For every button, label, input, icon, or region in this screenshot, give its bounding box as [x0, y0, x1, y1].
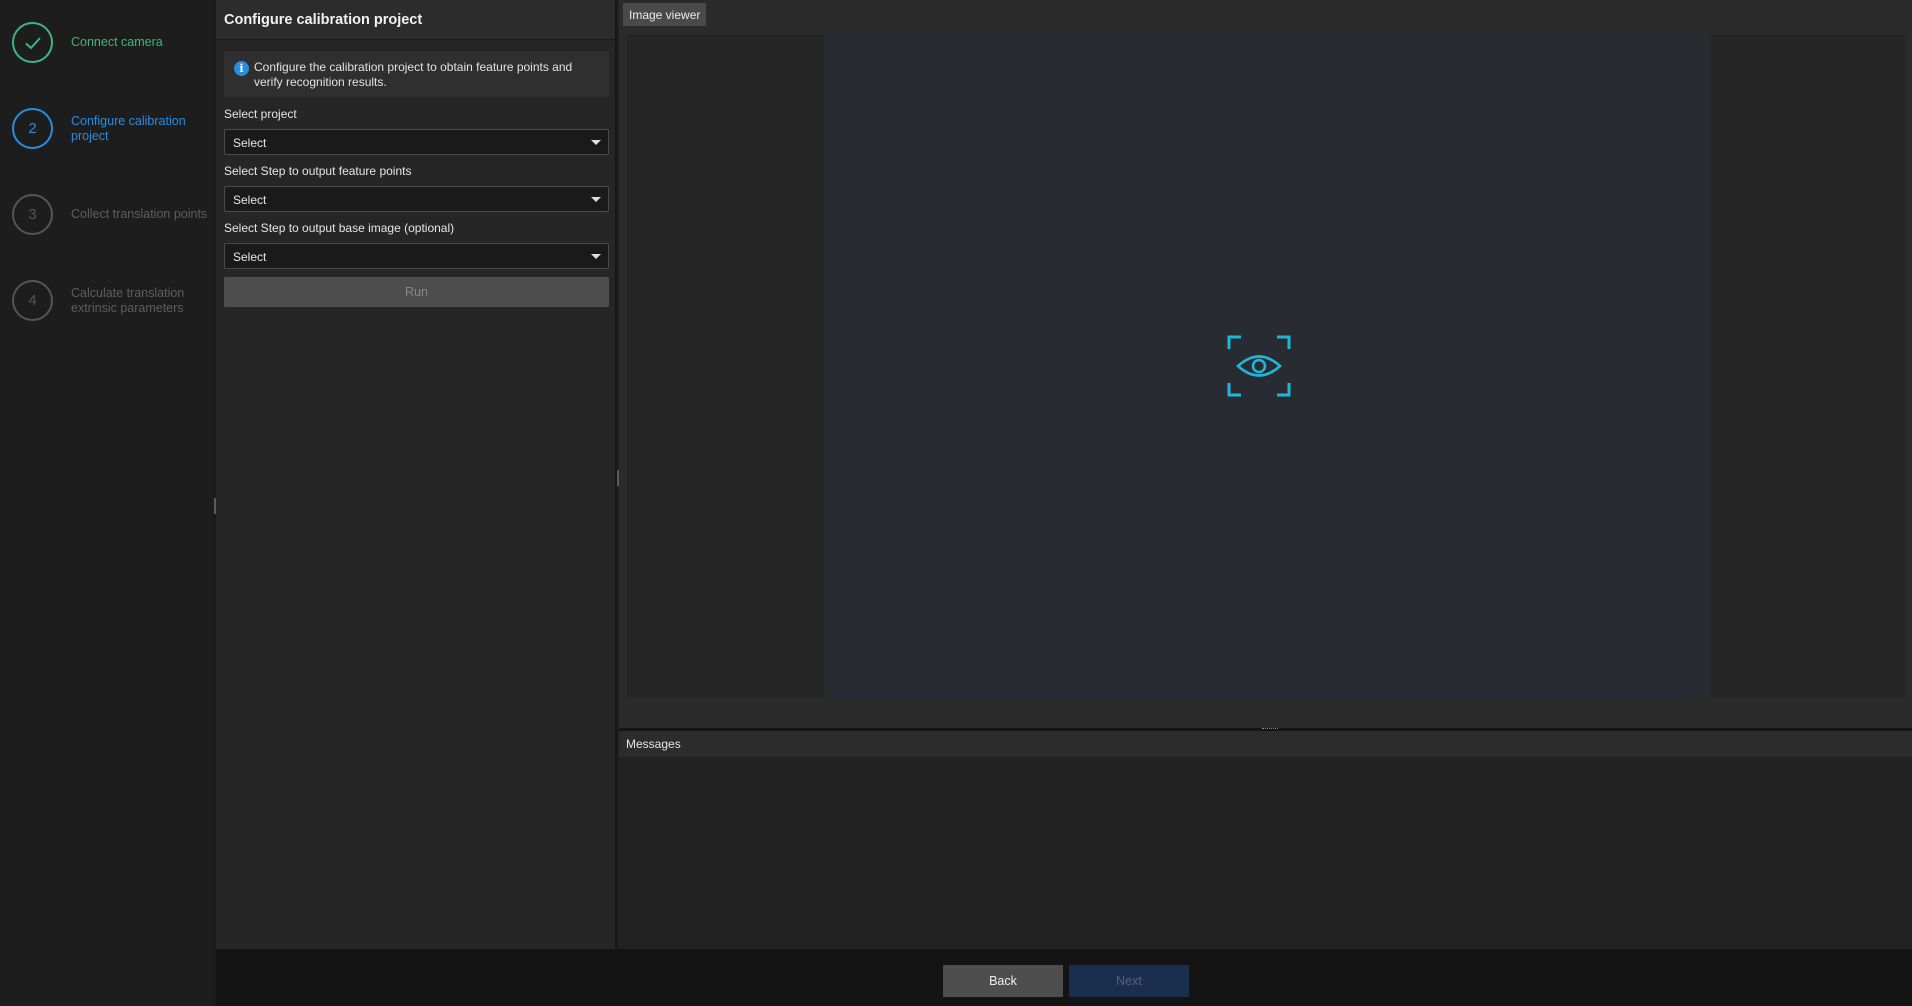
caret-down-icon [591, 140, 601, 145]
step-number: 2 [12, 108, 53, 149]
step-number: 3 [12, 194, 53, 235]
wizard-footer: Back Next [216, 949, 1912, 1006]
info-icon: i [234, 61, 249, 76]
caret-down-icon [591, 197, 601, 202]
step-label: Calculate translation extrinsic paramete… [71, 285, 185, 315]
base-image-step-label: Select Step to output base image (option… [224, 221, 455, 235]
messages-title: Messages [619, 731, 1912, 757]
next-button[interactable]: Next [1069, 965, 1189, 997]
step-label: Collect translation points [71, 207, 208, 221]
dropdown-value: Select [233, 193, 267, 207]
viewer-canvas[interactable] [627, 35, 1906, 698]
select-project-dropdown[interactable]: Select [224, 129, 609, 155]
panel-title: Configure calibration project [216, 0, 615, 40]
messages-panel: Messages [619, 731, 1912, 949]
image-viewer: Image viewer [619, 0, 1912, 728]
caret-down-icon [591, 254, 601, 259]
step-configure-calibration-project[interactable]: 2 Configure calibration project [12, 108, 211, 149]
back-button[interactable]: Back [943, 965, 1063, 997]
step-calculate-translation-extrinsic-parameters[interactable]: 4 Calculate translation extrinsic parame… [12, 280, 211, 321]
calibration-wizard: Connect camera 2 Configure calibration p… [0, 0, 1912, 1006]
splitter-grip[interactable] [1262, 728, 1278, 730]
eye-focus-icon [1227, 335, 1291, 397]
tab-image-viewer[interactable]: Image viewer [623, 3, 707, 26]
run-button[interactable]: Run [224, 277, 609, 307]
info-banner: i Configure the calibration project to o… [224, 51, 609, 97]
feature-points-step-dropdown[interactable]: Select [224, 186, 609, 212]
dropdown-value: Select [233, 136, 267, 150]
config-panel: Configure calibration project i Configur… [216, 0, 617, 949]
step-sidebar: Connect camera 2 Configure calibration p… [0, 0, 215, 1006]
base-image-step-dropdown[interactable]: Select [224, 243, 609, 269]
step-connect-camera[interactable]: Connect camera [12, 22, 211, 63]
step-number: 4 [12, 280, 53, 321]
info-text: Configure the calibration project to obt… [254, 60, 573, 89]
step-label: Configure calibration project [71, 113, 186, 143]
check-icon [12, 22, 53, 63]
step-label: Connect camera [71, 35, 163, 49]
step-collect-translation-points[interactable]: 3 Collect translation points [12, 194, 211, 235]
select-project-label: Select project [224, 107, 297, 121]
feature-points-step-label: Select Step to output feature points [224, 164, 412, 178]
dropdown-value: Select [233, 250, 267, 264]
viewer-image-area [824, 35, 1710, 698]
